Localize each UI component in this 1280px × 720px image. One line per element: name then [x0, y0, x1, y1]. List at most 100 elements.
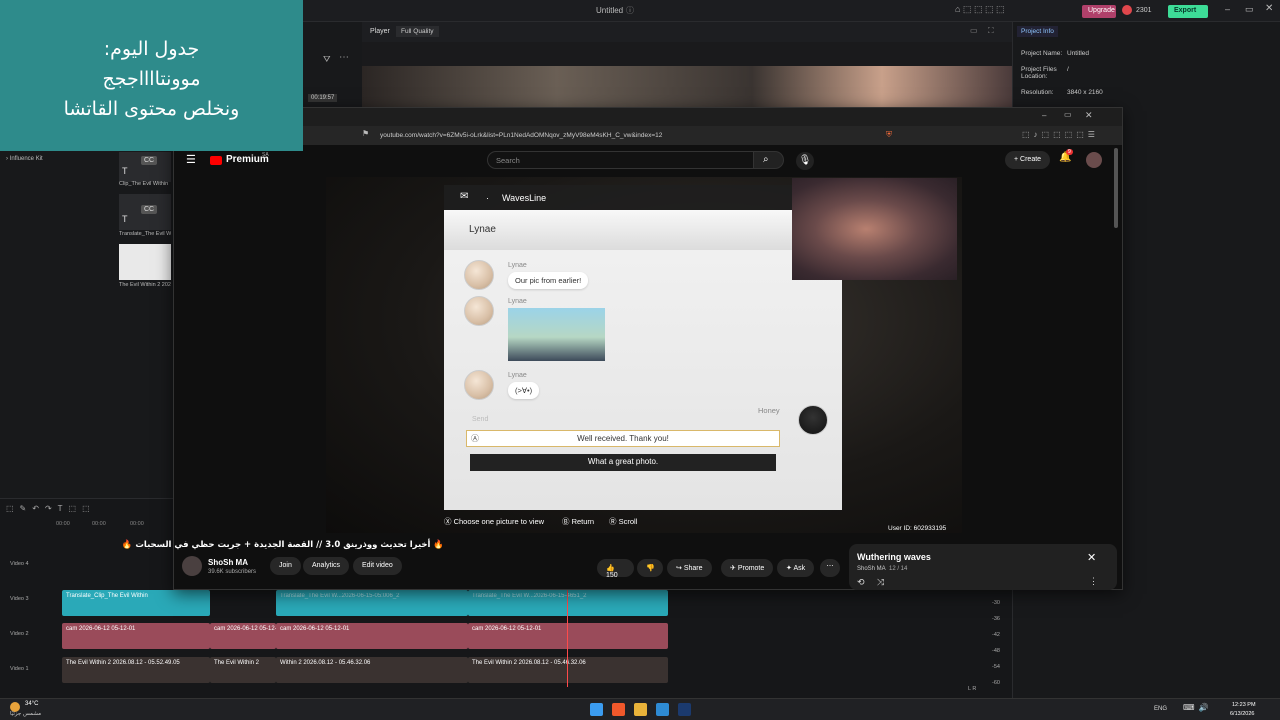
clock-date[interactable]: 6/13/2026 [1230, 711, 1254, 717]
windows-start-icon[interactable] [590, 703, 603, 716]
project-name-label: Project Name: [1021, 50, 1063, 57]
chat-photo[interactable] [508, 308, 605, 361]
upgrade-button[interactable]: Upgrade [1082, 5, 1116, 18]
youtube-logo-icon[interactable] [210, 156, 222, 165]
clip[interactable]: The Evil Within 2 2026.08.12 - 05.46.32.… [468, 657, 668, 683]
close-icon[interactable]: ✕ [1265, 3, 1273, 14]
maximize-icon[interactable]: ▭ [1064, 110, 1072, 119]
weather-text: مشمس جزئيًا [10, 711, 42, 717]
ask-button[interactable]: ✦ Ask [777, 559, 815, 577]
clip[interactable]: cam 2026-06-12 05-12-01 [276, 623, 468, 649]
clip[interactable]: The Evil Within 2 2026.08.12 - 05.52.49.… [62, 657, 210, 683]
editor-app-icon[interactable] [678, 703, 691, 716]
clip[interactable]: Within 2 2026.08.12 - 05.46.32.06 [276, 657, 468, 683]
menu-icon[interactable]: ☰ [186, 153, 196, 166]
export-button[interactable]: Export [1168, 5, 1208, 18]
clip[interactable]: cam 2026-06-12 05-12-01 [210, 623, 276, 649]
meter-tick: -36 [992, 616, 1000, 622]
info-icon[interactable]: ⓘ [626, 5, 634, 16]
reply-text: What a great photo. [587, 457, 659, 466]
file-explorer-icon[interactable] [634, 703, 647, 716]
close-icon[interactable]: ✕ [1087, 551, 1096, 564]
playhead[interactable] [567, 587, 568, 687]
clip-label: cam 2026-06-12 05-12-01 [472, 626, 542, 632]
filter-icon[interactable]: ⛛ [323, 54, 331, 65]
track-label: Video 2 [10, 631, 29, 637]
media-thumb-3[interactable] [119, 244, 171, 280]
tab-project-info[interactable]: Project Info [1017, 26, 1058, 37]
edit-video-button[interactable]: Edit video [353, 557, 402, 575]
avatar[interactable] [1086, 152, 1102, 168]
tray-icons[interactable]: ⌨🔊 [1183, 703, 1213, 712]
bookmark-icon[interactable]: ⚑ [362, 129, 369, 138]
mic-icon[interactable]: 🎙 [796, 152, 814, 170]
create-button[interactable]: + Create [1005, 151, 1051, 169]
url-field[interactable]: youtube.com/watch?v=6ZMv5i-oLrk&list=PLn… [374, 129, 894, 143]
clip[interactable]: cam 2026-06-12 05-12-01 [468, 623, 668, 649]
search-button[interactable]: ⌕ [754, 151, 784, 169]
extension-icons[interactable]: ⬚♪⬚⬚⬚⬚☰ [1022, 130, 1099, 139]
clock-time[interactable]: 12:23 PM [1232, 702, 1256, 708]
share-button[interactable]: ↪ Share [667, 559, 712, 577]
screen: Untitled ⓘ ⌂ ⬚ ⬚ ⬚ ⬚ Upgrade 2301 Export… [0, 0, 1280, 720]
shuffle-icon[interactable]: ⤨ [877, 577, 884, 588]
fullscreen-icon[interactable]: ⛶ [988, 26, 994, 36]
search-icon: ⌕ [763, 154, 769, 165]
more-icon[interactable]: ⋯ [339, 52, 349, 63]
user-id: User ID: 602933195 [888, 525, 947, 532]
scrollbar[interactable] [1114, 148, 1118, 228]
clip[interactable]: Translate_Clip_The Evil Within [62, 590, 210, 616]
playlist-title[interactable]: Wuthering waves [857, 552, 931, 562]
clip[interactable]: Translate_The Evil W...2026-06-15-05:006… [276, 590, 468, 616]
reply-option-2[interactable]: What a great photo. [470, 454, 776, 471]
timeline-tools[interactable]: ⬚✎↶↷T⬚⬚ [6, 504, 96, 513]
analytics-button[interactable]: Analytics [303, 557, 350, 575]
editor-title: Untitled [596, 6, 624, 15]
meter-lr: L R [968, 686, 977, 692]
brave-icon[interactable] [612, 703, 625, 716]
clip-label: Within 2 2026.08.12 - 05.46.32.06 [280, 660, 371, 666]
clip[interactable]: Translate_The Evil W...2026-06-15-4651_2 [468, 590, 668, 616]
search-input[interactable]: Search [487, 151, 754, 169]
maximize-icon[interactable]: ▭ [1245, 4, 1254, 15]
clip-label: The Evil Within 2 2026.08.12 - 05.46.32.… [472, 660, 586, 666]
stream-note-overlay: جدول اليوم: موونتااااججج ونخلص محتوى الق… [0, 0, 303, 151]
project-name-value: Untitled [1067, 50, 1090, 57]
credits: 2301 [1136, 7, 1152, 14]
subscriber-count: 39.6K subscribers [208, 569, 257, 575]
button-b-icon: Ⓑ [562, 517, 570, 526]
promote-button[interactable]: ✈ Promote [721, 559, 774, 577]
avatar[interactable] [1122, 5, 1132, 15]
notification-badge: 9 [1066, 149, 1073, 155]
sender-name: Lynae [508, 298, 527, 305]
media-thumb-1[interactable]: CC T [119, 152, 171, 182]
join-button[interactable]: Join [270, 557, 301, 575]
like-button[interactable]: 👍 150 [597, 559, 634, 579]
influence-kit-item[interactable]: › Influence Kit [6, 156, 43, 162]
tab-bar: – ▭ ✕ [174, 108, 1122, 126]
media-thumb-2[interactable]: CC T [119, 194, 171, 230]
chevron-right-icon: › [6, 156, 8, 162]
brave-shield-icon[interactable]: ⛨ [886, 130, 892, 140]
steam-icon[interactable] [656, 703, 669, 716]
more-icon[interactable]: ⋮ [1089, 576, 1098, 587]
quality-select[interactable]: Full Quality [396, 26, 439, 37]
chat-window: Lynae Lynae Our pic from earlier! Lynae … [444, 210, 842, 510]
dislike-button[interactable]: 👎 [637, 559, 663, 577]
button-a-icon: Ⓐ [471, 434, 479, 443]
channel-avatar[interactable] [182, 556, 202, 576]
more-icon[interactable]: ⋯ [820, 559, 840, 577]
language[interactable]: ENG [1154, 706, 1167, 712]
clip[interactable]: The Evil Within 2 [210, 657, 276, 683]
clip[interactable]: cam 2026-06-12 05-12-01 [62, 623, 210, 649]
reply-option-1[interactable]: Ⓐ Well received. Thank you! [466, 430, 780, 447]
loop-icon[interactable]: ⟲ [857, 577, 865, 588]
minimize-icon[interactable]: – [1042, 111, 1046, 120]
snapshot-icon[interactable]: ▭ [970, 26, 978, 35]
close-icon[interactable]: ✕ [1085, 110, 1093, 121]
clip-label: cam 2026-06-12 05-12-01 [214, 626, 276, 632]
channel-name[interactable]: ShoSh MA [208, 558, 248, 567]
meter-tick: -48 [992, 648, 1000, 654]
minimize-icon[interactable]: – [1225, 4, 1230, 14]
toolbar-icons[interactable]: ⌂ ⬚ ⬚ ⬚ ⬚ [955, 4, 1004, 15]
